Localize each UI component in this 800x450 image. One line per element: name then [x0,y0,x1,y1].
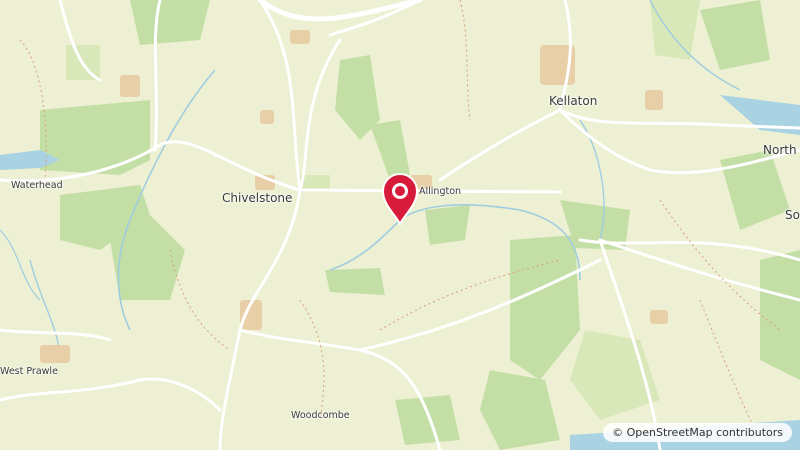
place-label-so-partial: So [785,208,800,222]
copyright-symbol: © [612,426,624,439]
openstreetmap-attribution-link[interactable]: OpenStreetMap contributors [627,426,783,439]
map-pin-icon[interactable] [381,172,419,227]
place-label-woodcombe: Woodcombe [291,410,350,421]
map-view[interactable]: Kellaton Chivelstone Waterhead Allington… [0,0,800,450]
map-attribution: © OpenStreetMap contributors [603,423,792,442]
place-label-north-partial: North [763,143,797,157]
place-label-chivelstone: Chivelstone [222,191,293,205]
place-label-west-prawle: West Prawle [0,366,58,377]
place-label-waterhead: Waterhead [11,180,63,191]
place-label-allington: Allington [419,186,462,197]
place-label-kellaton: Kellaton [549,94,598,108]
